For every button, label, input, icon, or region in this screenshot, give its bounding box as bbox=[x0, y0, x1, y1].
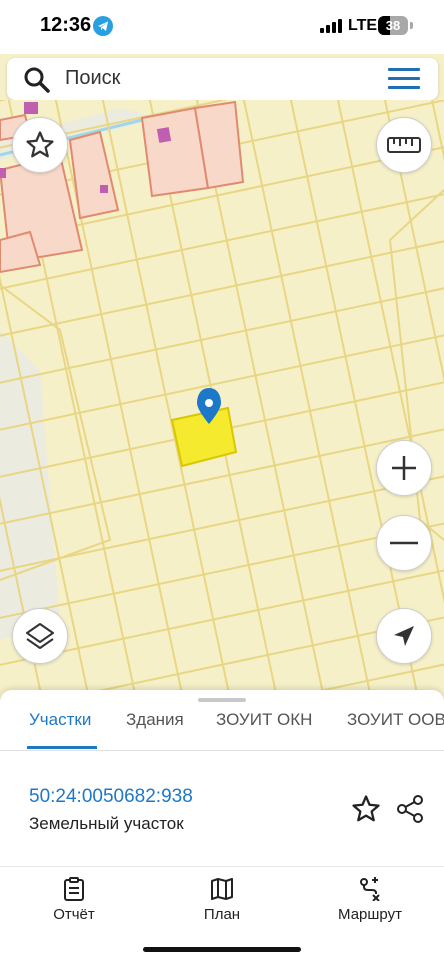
sheet-handle[interactable] bbox=[198, 698, 246, 702]
star-icon bbox=[352, 795, 380, 822]
map-icon bbox=[211, 878, 233, 900]
nav-plan[interactable]: План bbox=[192, 877, 252, 923]
nav-plan-label: План bbox=[203, 906, 241, 923]
navigation-arrow-icon bbox=[394, 626, 414, 646]
cadastral-map[interactable] bbox=[0, 100, 444, 690]
search-input[interactable]: Поиск bbox=[65, 67, 120, 90]
menu-icon[interactable] bbox=[388, 68, 420, 90]
ruler-icon bbox=[387, 137, 421, 153]
home-indicator[interactable] bbox=[143, 947, 301, 952]
favorite-parcel-button[interactable] bbox=[351, 794, 381, 829]
nav-route-label: Маршрут bbox=[338, 906, 402, 923]
clipboard-icon bbox=[64, 877, 84, 901]
nav-route[interactable]: Маршрут bbox=[330, 877, 410, 923]
tab-zouit-okn[interactable]: ЗОУИТ ОКН bbox=[216, 710, 312, 730]
zoom-in-button[interactable] bbox=[376, 440, 432, 496]
star-icon bbox=[26, 131, 54, 158]
active-tab-indicator bbox=[27, 746, 97, 749]
layers-button[interactable] bbox=[12, 608, 68, 664]
tab-parcels[interactable]: Участки bbox=[29, 710, 91, 730]
map-view[interactable] bbox=[0, 100, 444, 690]
favorites-button[interactable] bbox=[12, 117, 68, 173]
nav-report-label: Отчёт bbox=[53, 906, 95, 923]
plus-icon bbox=[392, 456, 416, 480]
battery-level: 38 bbox=[385, 18, 401, 33]
network-type: LTE bbox=[348, 17, 378, 34]
nav-report[interactable]: Отчёт bbox=[44, 877, 104, 923]
search-icon bbox=[23, 66, 51, 99]
route-icon bbox=[360, 877, 380, 901]
battery-icon: 38 bbox=[378, 16, 408, 35]
share-icon bbox=[397, 795, 423, 823]
search-bar[interactable]: Поиск bbox=[7, 58, 438, 100]
ruler-button[interactable] bbox=[376, 117, 432, 173]
layers-icon bbox=[26, 623, 54, 649]
signal-icon bbox=[320, 19, 342, 33]
minus-icon bbox=[390, 541, 418, 545]
telegram-icon bbox=[93, 16, 113, 36]
my-location-button[interactable] bbox=[376, 608, 432, 664]
parcel-type: Земельный участок bbox=[29, 814, 184, 833]
status-time: 12:36 bbox=[40, 14, 92, 36]
tab-buildings[interactable]: Здания bbox=[126, 710, 184, 730]
bottom-navigation: Отчёт План Маршрут bbox=[0, 866, 444, 960]
status-bar: 12:36 LTE 38 bbox=[0, 0, 444, 54]
parcel-cadastral-number[interactable]: 50:24:0050682:938 bbox=[29, 786, 193, 808]
zoom-out-button[interactable] bbox=[376, 515, 432, 571]
info-sheet: Участки Здания ЗОУИТ ОКН ЗОУИТ ООВ 50:24… bbox=[0, 690, 444, 866]
share-button[interactable] bbox=[396, 794, 424, 829]
tab-bar: Участки Здания ЗОУИТ ОКН ЗОУИТ ООВ bbox=[0, 708, 444, 750]
tab-zouit-oov[interactable]: ЗОУИТ ООВ bbox=[347, 710, 444, 730]
